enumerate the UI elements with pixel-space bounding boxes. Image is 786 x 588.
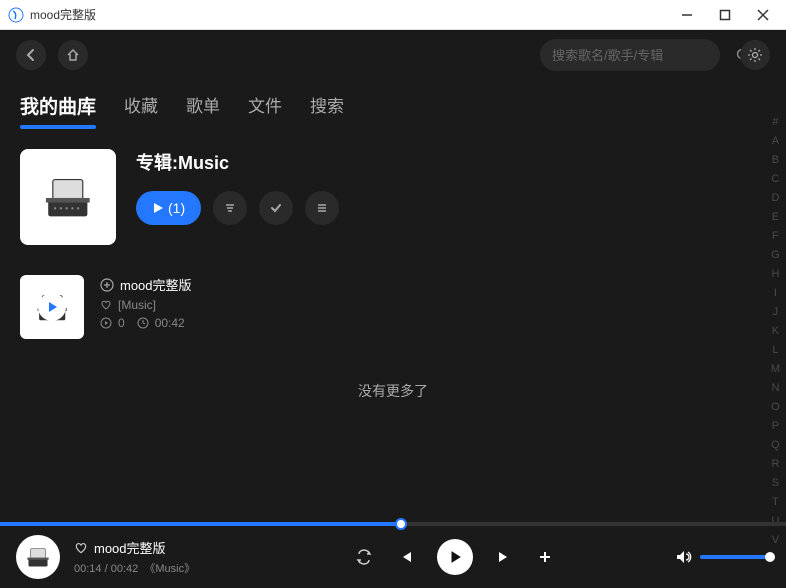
repeat-button[interactable] xyxy=(355,548,373,566)
track-item[interactable]: mood完整版 [Music] 0 00:42 xyxy=(20,269,766,345)
alpha-index: #ABCDEFGHIJKLMNOPQRSTUV xyxy=(771,116,780,552)
clock-icon xyxy=(137,317,149,329)
volume-icon[interactable] xyxy=(674,548,692,566)
player-album-label: 《Music》 xyxy=(144,563,195,575)
settings-button[interactable] xyxy=(740,40,770,70)
alpha-J[interactable]: J xyxy=(771,306,780,324)
maximize-button[interactable] xyxy=(718,8,732,22)
add-icon[interactable] xyxy=(100,278,114,292)
album-title: 专辑:Music xyxy=(136,149,339,175)
alpha-D[interactable]: D xyxy=(771,192,780,210)
track-play-icon[interactable] xyxy=(38,293,66,321)
alpha-T[interactable]: T xyxy=(771,496,780,514)
select-button[interactable] xyxy=(259,191,293,225)
track-title: mood完整版 xyxy=(120,275,192,294)
track-subtitle: [Music] xyxy=(118,298,156,312)
player-bar: mood完整版 00:14 / 00:42 《Music》 xyxy=(0,526,786,588)
top-toolbar xyxy=(0,30,786,80)
player-heart-icon[interactable] xyxy=(74,541,88,555)
play-all-button[interactable]: (1) xyxy=(136,191,201,225)
alpha-C[interactable]: C xyxy=(771,173,780,191)
alpha-H[interactable]: H xyxy=(771,268,780,286)
content-area: 专辑:Music (1) xyxy=(0,129,786,522)
tab-3[interactable]: 文件 xyxy=(248,92,282,129)
alpha-B[interactable]: B xyxy=(771,154,780,172)
back-button[interactable] xyxy=(16,40,46,70)
play-count-icon xyxy=(100,317,112,329)
alpha-Q[interactable]: Q xyxy=(771,439,780,457)
play-button[interactable] xyxy=(437,539,473,575)
player-current-time: 00:14 xyxy=(74,563,102,575)
track-list: mood完整版 [Music] 0 00:42 xyxy=(20,269,766,345)
home-button[interactable] xyxy=(58,40,88,70)
alpha-M[interactable]: M xyxy=(771,363,780,381)
app-icon xyxy=(8,7,24,23)
progress-fill xyxy=(0,522,401,526)
play-all-count: (1) xyxy=(168,200,185,216)
search-input[interactable] xyxy=(552,48,728,63)
alpha-R[interactable]: R xyxy=(771,458,780,476)
previous-button[interactable] xyxy=(397,549,413,565)
play-count: 0 xyxy=(118,316,125,330)
alpha-L[interactable]: L xyxy=(771,344,780,362)
track-artwork[interactable] xyxy=(20,275,84,339)
window-titlebar: mood完整版 xyxy=(0,0,786,30)
alpha-A[interactable]: A xyxy=(771,135,780,153)
alpha-V[interactable]: V xyxy=(771,534,780,552)
alpha-O[interactable]: O xyxy=(771,401,780,419)
window-title: mood完整版 xyxy=(30,6,680,23)
alpha-P[interactable]: P xyxy=(771,420,780,438)
alpha-K[interactable]: K xyxy=(771,325,780,343)
no-more-text: 没有更多了 xyxy=(20,381,766,401)
volume-thumb[interactable] xyxy=(765,552,775,562)
progress-bar[interactable] xyxy=(0,522,786,526)
volume-slider[interactable] xyxy=(700,555,770,559)
add-to-playlist-button[interactable] xyxy=(537,549,553,565)
alpha-I[interactable]: I xyxy=(771,287,780,305)
alpha-S[interactable]: S xyxy=(771,477,780,495)
alpha-#[interactable]: # xyxy=(771,116,780,134)
tab-1[interactable]: 收藏 xyxy=(124,92,158,129)
alpha-G[interactable]: G xyxy=(771,249,780,267)
heart-icon[interactable] xyxy=(100,299,112,311)
player-total-time: 00:42 xyxy=(111,563,139,575)
alpha-N[interactable]: N xyxy=(771,382,780,400)
tab-2[interactable]: 歌单 xyxy=(186,92,220,129)
album-artwork[interactable] xyxy=(20,149,116,245)
tab-0[interactable]: 我的曲库 xyxy=(20,92,96,129)
alpha-E[interactable]: E xyxy=(771,211,780,229)
tab-4[interactable]: 搜索 xyxy=(310,92,344,129)
main-tabs: 我的曲库收藏歌单文件搜索 xyxy=(0,80,786,129)
search-box[interactable] xyxy=(540,39,720,71)
album-header: 专辑:Music (1) xyxy=(20,149,766,245)
next-button[interactable] xyxy=(497,549,513,565)
player-artwork[interactable] xyxy=(16,535,60,579)
sort-button[interactable] xyxy=(213,191,247,225)
list-button[interactable] xyxy=(305,191,339,225)
player-track-title: mood完整版 xyxy=(94,538,166,557)
close-button[interactable] xyxy=(756,8,770,22)
alpha-F[interactable]: F xyxy=(771,230,780,248)
minimize-button[interactable] xyxy=(680,8,694,22)
progress-thumb[interactable] xyxy=(395,518,407,530)
track-duration: 00:42 xyxy=(155,316,185,330)
